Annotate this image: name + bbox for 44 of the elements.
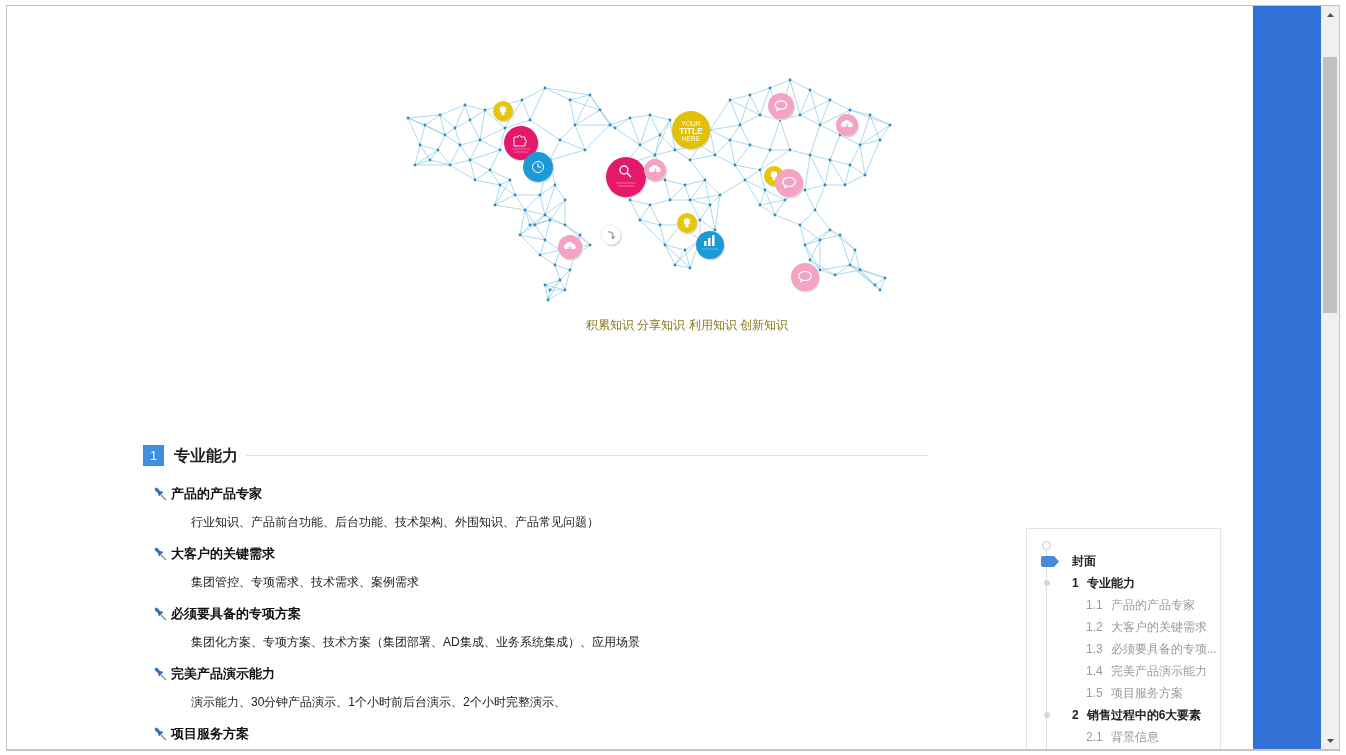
toc-link[interactable]: 封面 [1072,553,1096,569]
pushpin-icon [154,547,167,561]
speech-bubble-icon [791,263,820,293]
down-arrow-icon [1326,738,1334,743]
speech-bubble-icon [768,93,795,121]
item-title: 完美产品演示能力 [171,665,275,683]
pushpin-icon [154,667,167,681]
item-description: 演示能力、30分钟产品演示、1个小时前后台演示、2个小时完整演示、 [191,694,566,711]
timeline-start-icon [1042,541,1051,550]
puzzle-icon [504,126,539,162]
pushpin-icon [154,607,167,621]
toc-link[interactable]: 1 专业能力 [1072,575,1135,591]
item-title: 大客户的关键需求 [171,545,275,563]
toc-link[interactable]: 2.1 背景信息 [1086,729,1159,745]
lightbulb-icon [677,213,698,235]
toc-link[interactable]: 1.2 大客户的关键需求 [1086,619,1207,635]
cloud-icon [836,114,859,138]
item-title: 必须要具备的专项方案 [171,605,301,623]
toc-link[interactable]: 1.1 产品的产品专家 [1086,597,1195,613]
pushpin-icon [154,727,167,741]
cloud-icon [644,159,667,183]
toc-link[interactable]: 1.4 完美产品演示能力 [1086,663,1207,679]
speech-bubble-icon [775,169,804,199]
toc-link[interactable]: 1.3 必须要具备的专项... [1086,641,1217,657]
section-number: 1 [143,445,164,466]
item-description: 行业知识、产品前台功能、后台功能、技术架构、外围知识、产品常见问题） [191,514,599,531]
item-description: 集团管控、专项需求、技术需求、案例需求 [191,574,419,591]
item-description: 集团化方案、专项方案、技术方案（集团部署、AD集成、业务系统集成）、应用场景 [191,634,640,651]
toc-link[interactable]: 1.5 项目服务方案 [1086,685,1183,701]
pushpin-icon [154,487,167,501]
bar-chart-icon [696,231,725,261]
lightbulb-icon [493,101,514,123]
scrollbar-thumb[interactable] [1323,57,1337,313]
item-title: 产品的产品专家 [171,485,262,503]
cloud-icon [558,235,583,261]
section-title: 专业能力 [174,446,238,466]
scrollbar[interactable] [1321,6,1339,749]
curved-arrow-icon [600,224,622,247]
clock-icon [523,152,554,184]
item-title: 项目服务方案 [171,725,249,743]
illustration-caption: 积累知识 分享知识 利用知识 创新知识 [586,317,788,333]
up-arrow-icon [1326,12,1334,17]
search-icon [606,157,647,199]
toc-link[interactable]: 2 销售过程中的6大要素 [1072,707,1202,723]
